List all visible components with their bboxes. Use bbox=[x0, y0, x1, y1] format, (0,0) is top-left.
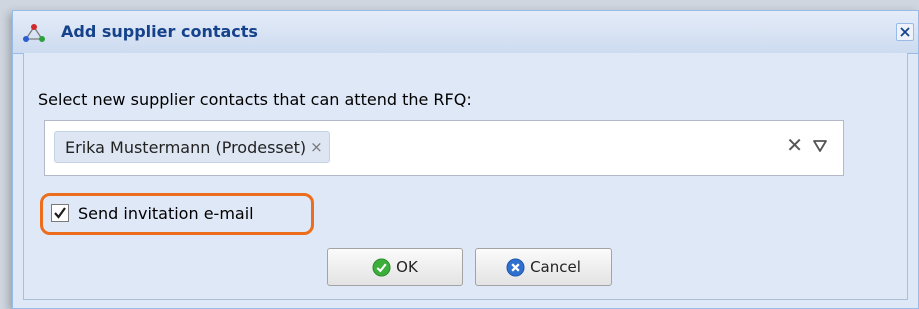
cancel-button-label: Cancel bbox=[530, 258, 581, 276]
dropdown-triangle-icon[interactable] bbox=[813, 139, 827, 153]
supplier-contacts-tagfield[interactable]: Erika Mustermann (Prodesset) × ✕ bbox=[44, 120, 844, 176]
clear-x-icon[interactable]: ✕ bbox=[786, 135, 803, 155]
close-icon bbox=[900, 27, 910, 37]
contact-tag-label: Erika Mustermann (Prodesset) bbox=[65, 137, 307, 157]
contact-tag[interactable]: Erika Mustermann (Prodesset) × bbox=[54, 131, 330, 163]
contacts-prompt: Select new supplier contacts that can at… bbox=[38, 90, 472, 109]
remove-x-icon[interactable]: × bbox=[310, 139, 323, 155]
green-check-circle-icon bbox=[372, 257, 391, 277]
send-invitation-option: Send invitation e-mail bbox=[40, 193, 314, 235]
cancel-button[interactable]: Cancel bbox=[475, 248, 612, 286]
ok-button[interactable]: OK bbox=[327, 248, 463, 286]
dialog-title: Add supplier contacts bbox=[61, 22, 258, 41]
blue-x-circle-icon bbox=[506, 257, 525, 277]
dialog-titlebar[interactable]: Add supplier contacts bbox=[13, 11, 918, 54]
network-nodes-icon bbox=[23, 24, 45, 42]
close-button[interactable] bbox=[896, 23, 914, 41]
send-invitation-label[interactable]: Send invitation e-mail bbox=[78, 204, 254, 223]
ok-button-label: OK bbox=[396, 258, 418, 276]
send-invitation-checkbox[interactable] bbox=[51, 204, 69, 222]
checkmark-icon bbox=[54, 207, 66, 219]
